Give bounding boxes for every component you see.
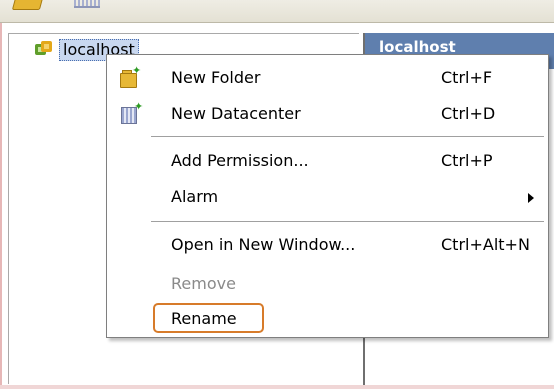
- menu-item-shortcut: Ctrl+D: [441, 104, 496, 123]
- menu-item-new-folder[interactable]: ✦ New Folder Ctrl+F: [107, 63, 548, 93]
- submenu-arrow-icon: [528, 193, 534, 203]
- context-menu: ✦ New Folder Ctrl+F ✦ New Datacenter Ctr…: [106, 54, 549, 338]
- toolbar: [0, 0, 554, 23]
- new-folder-icon: ✦: [119, 65, 141, 88]
- menu-item-shortcut: Ctrl+P: [441, 151, 493, 170]
- menu-item-label: Open in New Window...: [171, 235, 356, 254]
- rename-highlight-box: [153, 303, 264, 333]
- menu-item-label: Remove: [171, 274, 236, 293]
- menu-item-shortcut: Ctrl+Alt+N: [441, 235, 530, 254]
- menu-separator: [151, 221, 544, 223]
- menu-item-label: New Folder: [171, 68, 261, 87]
- menu-item-add-permission[interactable]: Add Permission... Ctrl+P: [107, 146, 548, 176]
- menu-item-label: Add Permission...: [171, 151, 309, 170]
- frame-left-border: [0, 0, 2, 389]
- menu-item-remove: Remove: [107, 269, 548, 299]
- menu-item-alarm[interactable]: Alarm: [107, 182, 548, 212]
- menu-item-new-datacenter[interactable]: ✦ New Datacenter Ctrl+D: [107, 99, 548, 129]
- folder-icon[interactable]: [11, 0, 45, 10]
- frame-bottom-border: [0, 385, 554, 389]
- menu-item-shortcut: Ctrl+F: [441, 68, 493, 87]
- menu-item-open-new-window[interactable]: Open in New Window... Ctrl+Alt+N: [107, 230, 548, 260]
- menu-separator: [151, 136, 544, 138]
- menu-item-label: New Datacenter: [171, 104, 301, 123]
- new-datacenter-icon: ✦: [119, 101, 143, 124]
- vcenter-host-icon: [35, 41, 53, 59]
- datacenter-icon[interactable]: [74, 0, 100, 8]
- menu-item-label: Alarm: [171, 187, 219, 206]
